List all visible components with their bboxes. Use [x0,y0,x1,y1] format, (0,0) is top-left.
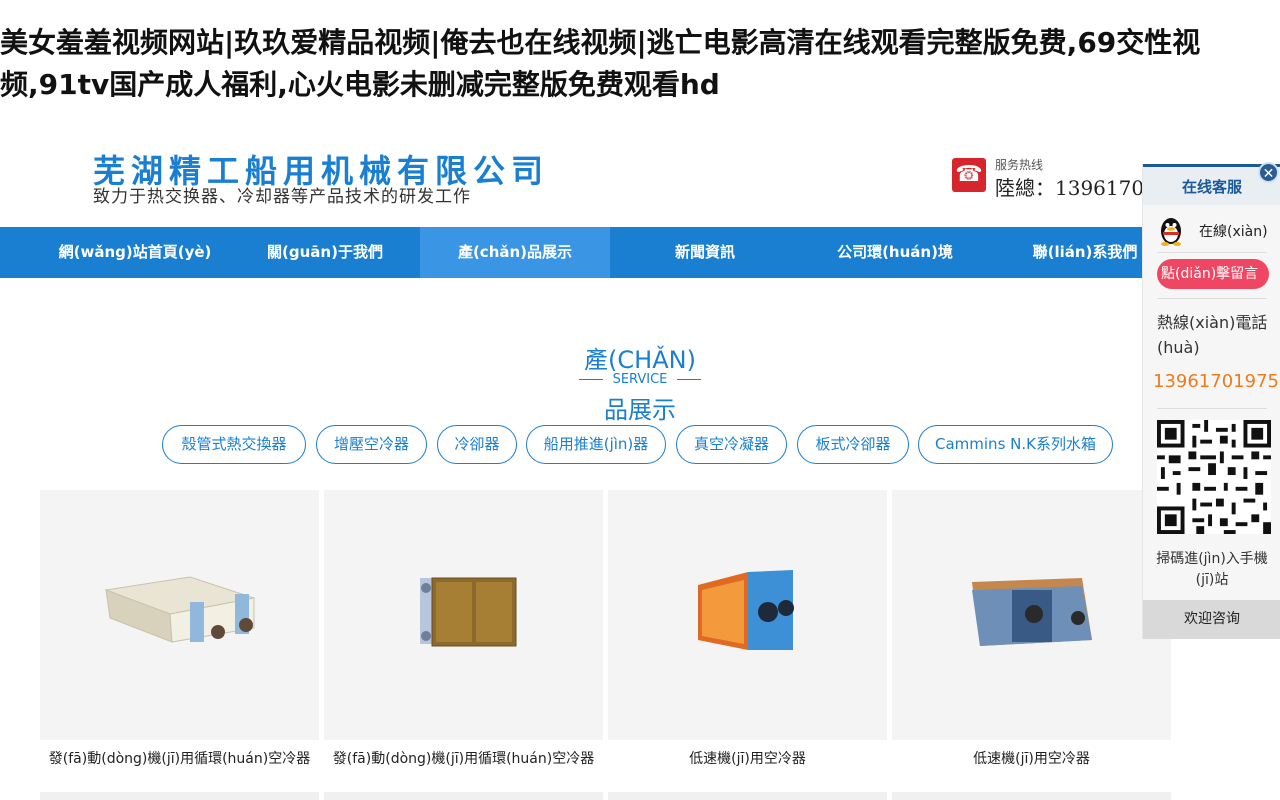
welcome-consult-button[interactable]: 欢迎咨询 [1143,600,1280,639]
product-image-2[interactable] [324,490,603,740]
section-title-top: 產(CHǍN) [584,346,696,374]
main-nav: 網(wǎng)站首頁(yè) 關(guān)于我們 產(chǎn)品展示 新聞資… [0,227,1280,278]
copper-fin-cooler-image [420,577,517,647]
nav-item-environment[interactable]: 公司環(huán)境 [800,227,990,278]
white-frame-heat-exchanger-image [104,576,255,643]
qr-code-icon [1157,420,1271,534]
hotline-phone-number[interactable]: 13961701975 [1153,371,1279,392]
category-shell-tube[interactable]: 殼管式熱交換器 [162,425,306,464]
divider [1157,252,1267,253]
hotline-label: 服务热线 [995,158,1044,172]
close-icon[interactable]: ✕ [1258,162,1279,183]
hotline-phone-label: 熱線(xiàn)電話(huà) [1157,313,1268,357]
subtitle-divider-left [578,379,603,380]
qq-contact[interactable]: 在線(xiàn) [1157,216,1269,248]
nav-item-about[interactable]: 關(guān)于我們 [230,227,420,278]
site-header: 芜湖精工船用机械有限公司 致力于热交换器、冷却器等产品技术的研发工作 ☎ 服务热… [0,140,1280,228]
company-tagline: 致力于热交换器、冷却器等产品技术的研发工作 [93,187,471,207]
product-row-2-card[interactable] [608,792,887,800]
qq-status-label: 在線(xiàn) [1199,224,1268,240]
product-caption-2[interactable]: 發(fā)動(dòng)機(jī)用循環(huán)空冷器 [321,748,606,768]
section-title-bottom: 品展示 [604,396,676,424]
blue-frame-cooler-image [972,578,1092,646]
nav-item-products[interactable]: 產(chǎn)品展示 [420,227,610,278]
nav-item-home[interactable]: 網(wǎng)站首頁(yè) [40,227,230,278]
divider [1157,408,1267,409]
category-marine-propeller[interactable]: 船用推進(jìn)器 [526,425,666,464]
product-image-3[interactable] [608,490,887,740]
phone-icon: ☎ [952,158,986,192]
divider [1157,298,1267,299]
category-supercharged-cooler[interactable]: 增壓空冷器 [316,425,427,464]
site-title: 美女羞羞视频网站|玖玖爱精品视频|俺去也在线视频|逃亡电影高清在线观看完整版免费… [0,26,1201,101]
nav-item-news[interactable]: 新聞資訊 [610,227,800,278]
category-cooler[interactable]: 冷卻器 [437,425,517,464]
section-subtitle: SERVICE [612,372,668,387]
product-image-1[interactable] [40,490,319,740]
product-caption-3[interactable]: 低速機(jī)用空冷器 [605,748,890,768]
product-image-4[interactable] [892,490,1171,740]
product-caption-1[interactable]: 發(fā)動(dòng)機(jī)用循環(huán)空冷器 [37,748,322,768]
leave-message-button[interactable]: 點(diǎn)擊留言 [1157,259,1269,289]
section-subtitle-row: SERVICE [0,372,1280,387]
qr-code-label: 掃碼進(jìn)入手機(jī)站 [1156,551,1268,588]
product-caption-4[interactable]: 低速機(jī)用空冷器 [889,748,1174,768]
product-row-2-card[interactable] [892,792,1171,800]
category-cammins-radiator[interactable]: Cammins N.K系列水箱 [918,425,1113,464]
subtitle-divider-right [677,379,702,380]
category-tabs: 殼管式熱交換器 增壓空冷器 冷卻器 船用推進(jìn)器 真空冷凝器 板式冷卻器… [0,425,1280,465]
product-row-2-card[interactable] [324,792,603,800]
qq-penguin-icon [1161,218,1181,246]
category-vacuum-condenser[interactable]: 真空冷凝器 [676,425,787,464]
hotline-number: 陸總：1396170 [995,176,1145,200]
category-plate-cooler[interactable]: 板式冷卻器 [797,425,909,464]
online-service-panel: 在线客服 在線(xiàn) 點(diǎn)擊留言 熱線(xiàn)電話(huà)… [1142,164,1280,639]
orange-core-cooler-image [698,570,794,650]
product-row-2-card[interactable] [40,792,319,800]
